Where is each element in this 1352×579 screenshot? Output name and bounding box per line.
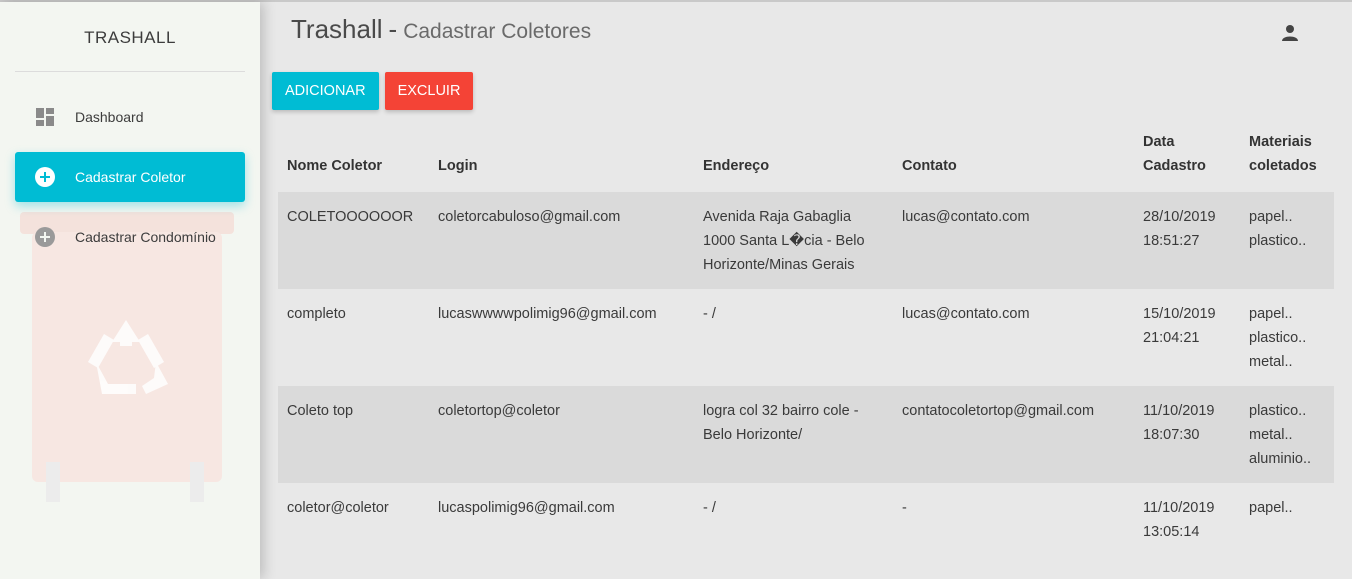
cell-endereco: Avenida Raja Gabaglia 1000 Santa L�cia -…: [694, 192, 893, 289]
column-header-login[interactable]: Login: [429, 126, 694, 192]
add-circle-icon: [35, 167, 55, 187]
table-row[interactable]: COLETOOOOOOR coletorcabuloso@gmail.com A…: [278, 192, 1334, 289]
sidebar-nav: Dashboard Cadastrar Coletor Cadastrar Co…: [0, 72, 260, 262]
toolbar: ADICIONAR EXCLUIR: [272, 72, 474, 110]
cell-contato: lucas@contato.com: [902, 306, 1030, 322]
table-header-row: Nome Coletor Login Endereço Contato Data…: [278, 126, 1334, 192]
material-item: papel..: [1249, 209, 1293, 225]
cell-data: 11/10/2019 18:07:30: [1134, 386, 1240, 483]
cell-endereco: - /: [703, 306, 716, 322]
column-header-nome[interactable]: Nome Coletor: [278, 126, 429, 192]
table-row[interactable]: Coleto top coletortop@coletor logra col …: [278, 386, 1334, 483]
app: TRASHALL Dashboard Cadastrar Coletor Cad…: [0, 0, 1352, 579]
sidebar-item-label: Dashboard: [75, 109, 144, 125]
cell-data: 15/10/2019 21:04:21: [1143, 306, 1216, 346]
cell-login: lucaspolimig96@gmail.com: [438, 500, 615, 516]
person-icon[interactable]: [1281, 24, 1299, 42]
sidebar: TRASHALL Dashboard Cadastrar Coletor Cad…: [0, 2, 260, 579]
cell-contato: -: [902, 500, 907, 516]
material-item: aluminio..: [1249, 451, 1312, 467]
table-row[interactable]: completo lucaswwwwpolimig96@gmail.com - …: [278, 289, 1334, 386]
sidebar-item-label: Cadastrar Condomínio: [75, 229, 216, 245]
sidebar-item-dashboard[interactable]: Dashboard: [15, 92, 245, 142]
material-item: plastico..: [1249, 330, 1307, 346]
sidebar-item-cadastrar-coletor[interactable]: Cadastrar Coletor: [15, 152, 245, 202]
cell-login: coletortop@coletor: [429, 386, 694, 483]
recycle-icon: [88, 320, 168, 394]
page-title: Trashall: [291, 14, 383, 44]
add-button[interactable]: ADICIONAR: [272, 72, 379, 110]
material-item: plastico..: [1249, 233, 1307, 249]
sidebar-item-cadastrar-condominio[interactable]: Cadastrar Condomínio: [15, 212, 245, 262]
cell-materiais: papel.. plastico..: [1240, 192, 1334, 289]
cell-nome: coletor@coletor: [287, 500, 389, 516]
material-item: papel..: [1249, 500, 1293, 516]
cell-materiais: papel..: [1240, 483, 1334, 579]
material-item: metal..: [1249, 354, 1293, 370]
table-row[interactable]: coletor@coletor lucaspolimig96@gmail.com…: [278, 483, 1334, 579]
delete-button[interactable]: EXCLUIR: [384, 72, 474, 110]
cell-login: lucaswwwwpolimig96@gmail.com: [438, 306, 657, 322]
material-item: plastico..: [1249, 403, 1307, 419]
cell-nome: Coleto top: [278, 386, 429, 483]
cell-nome: COLETOOOOOOR: [278, 192, 429, 289]
cell-data: 11/10/2019 13:05:14: [1143, 500, 1215, 540]
page-header: Trashall - Cadastrar Coletores: [291, 14, 591, 50]
cell-materiais: papel.. plastico.. metal..: [1240, 289, 1334, 386]
sidebar-item-label: Cadastrar Coletor: [75, 169, 186, 185]
add-circle-icon: [35, 227, 55, 247]
coletores-table: Nome Coletor Login Endereço Contato Data…: [278, 126, 1334, 579]
page-subtitle: Cadastrar Coletores: [403, 20, 592, 43]
cell-contato: lucas@contato.com: [893, 192, 1134, 289]
cell-materiais: plastico.. metal.. aluminio..: [1240, 386, 1334, 483]
material-item: metal..: [1249, 427, 1293, 443]
title-separator: -: [388, 14, 398, 44]
cell-contato: contatocoletortop@gmail.com: [893, 386, 1134, 483]
column-header-contato[interactable]: Contato: [893, 126, 1134, 192]
cell-data: 28/10/2019 18:51:27: [1134, 192, 1240, 289]
column-header-endereco[interactable]: Endereço: [694, 126, 893, 192]
brand-logo[interactable]: TRASHALL: [15, 2, 245, 72]
material-item: papel..: [1249, 306, 1293, 322]
column-header-data[interactable]: Data Cadastro: [1134, 126, 1240, 192]
cell-nome: completo: [287, 306, 346, 322]
cell-endereco: - /: [703, 500, 716, 516]
dashboard-icon: [35, 107, 55, 127]
column-header-materiais[interactable]: Materiais coletados: [1240, 126, 1334, 192]
cell-endereco: logra col 32 bairro cole - Belo Horizont…: [694, 386, 893, 483]
cell-login: coletorcabuloso@gmail.com: [429, 192, 694, 289]
main-content: Trashall - Cadastrar Coletores ADICIONAR…: [260, 2, 1352, 579]
